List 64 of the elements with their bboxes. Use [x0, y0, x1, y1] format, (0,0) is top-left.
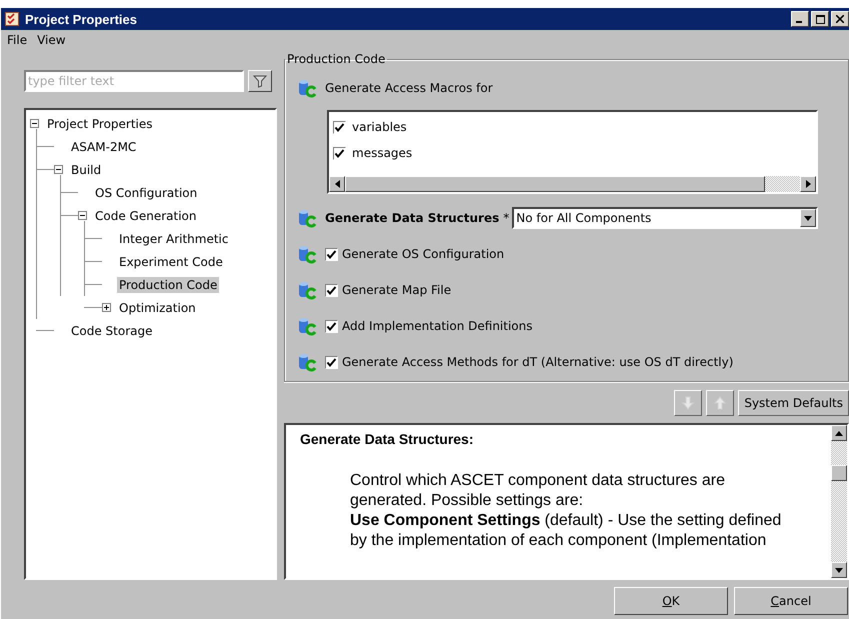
close-icon	[836, 15, 844, 23]
setting-label: Generate Access Macros for	[325, 81, 493, 95]
expand-icon[interactable]	[102, 303, 111, 312]
window-title: Project Properties	[25, 12, 138, 26]
scroll-up-icon	[835, 430, 843, 436]
scroll-down-icon	[835, 568, 843, 572]
checkbox-label[interactable]: Generate OS Configuration	[342, 247, 504, 261]
tree-item[interactable]: Production Code	[117, 276, 220, 292]
filter-field[interactable]: type filter text	[24, 70, 244, 92]
component-icon	[297, 316, 317, 336]
option-label[interactable]: messages	[352, 146, 412, 160]
help-paragraph: Control which ASCET component data structures are generated. Possible settings are:	[350, 471, 726, 511]
checklist-icon	[5, 12, 19, 26]
tree-item[interactable]: ASAM-2MC	[69, 138, 138, 154]
help-title: Generate Data Structures:	[300, 431, 475, 447]
dialog-button[interactable]: Cancel	[734, 587, 848, 615]
tree-item[interactable]: Code Storage	[69, 322, 154, 338]
component-icon	[297, 78, 317, 98]
close-button[interactable]	[831, 11, 849, 27]
tree-item[interactable]: Optimization	[117, 300, 198, 316]
system-defaults-button[interactable]: System Defaults	[738, 390, 849, 416]
component-icon	[297, 352, 317, 372]
checkbox[interactable]	[325, 284, 338, 296]
collapse-icon[interactable]	[78, 211, 87, 220]
component-icon	[297, 208, 317, 228]
tree-item[interactable]: Code Generation	[93, 208, 198, 224]
scroll-left-icon	[334, 180, 340, 188]
menu-item[interactable]: View	[37, 33, 66, 47]
checkbox[interactable]	[325, 356, 338, 368]
checkbox-label[interactable]: Add Implementation Definitions	[342, 319, 533, 333]
up-arrow-icon	[713, 396, 728, 410]
tree-item[interactable]: Project Properties	[45, 116, 155, 132]
checkbox[interactable]	[325, 248, 338, 260]
tree-item[interactable]: Build	[69, 162, 104, 178]
component-icon	[297, 244, 317, 264]
option-label[interactable]: variables	[352, 120, 407, 134]
move-up-button[interactable]	[706, 390, 734, 416]
filter-icon	[253, 74, 267, 88]
move-down-button[interactable]	[674, 390, 702, 416]
tree-item[interactable]: OS Configuration	[93, 184, 200, 200]
collapse-icon[interactable]	[54, 165, 63, 174]
tree-item[interactable]: Experiment Code	[117, 254, 225, 270]
checkbox[interactable]	[325, 320, 338, 332]
scroll-right-icon	[806, 180, 810, 188]
group-title: Production Code	[286, 52, 386, 66]
component-icon	[297, 280, 317, 300]
scroll-thumb[interactable]	[831, 465, 847, 481]
dialog-button[interactable]: OK	[614, 587, 728, 615]
tree-item[interactable]: Integer Arithmetic	[117, 230, 230, 246]
minimize-button[interactable]	[791, 11, 809, 27]
collapse-icon[interactable]	[30, 119, 39, 128]
required-mark: *	[503, 211, 510, 225]
maximize-icon	[816, 14, 824, 24]
dropdown-arrow-icon	[804, 216, 812, 220]
filter-button[interactable]	[248, 70, 272, 92]
maximize-button[interactable]	[811, 11, 829, 27]
dropdown[interactable]: No for All Components	[512, 207, 818, 229]
menu-item[interactable]: File	[7, 33, 28, 47]
setting-label: Generate Data Structures	[325, 211, 500, 225]
down-arrow-icon	[681, 396, 696, 410]
help-paragraph: Use Component Settings (default) - Use the setting defined by the implementation of each component (Implementation	[350, 511, 782, 551]
checkbox-label[interactable]: Generate Access Methods for dT (Alternative: use OS dT directly)	[342, 355, 734, 369]
checkbox-label[interactable]: Generate Map File	[342, 283, 452, 297]
vertical-scrollbar[interactable]	[831, 425, 847, 578]
